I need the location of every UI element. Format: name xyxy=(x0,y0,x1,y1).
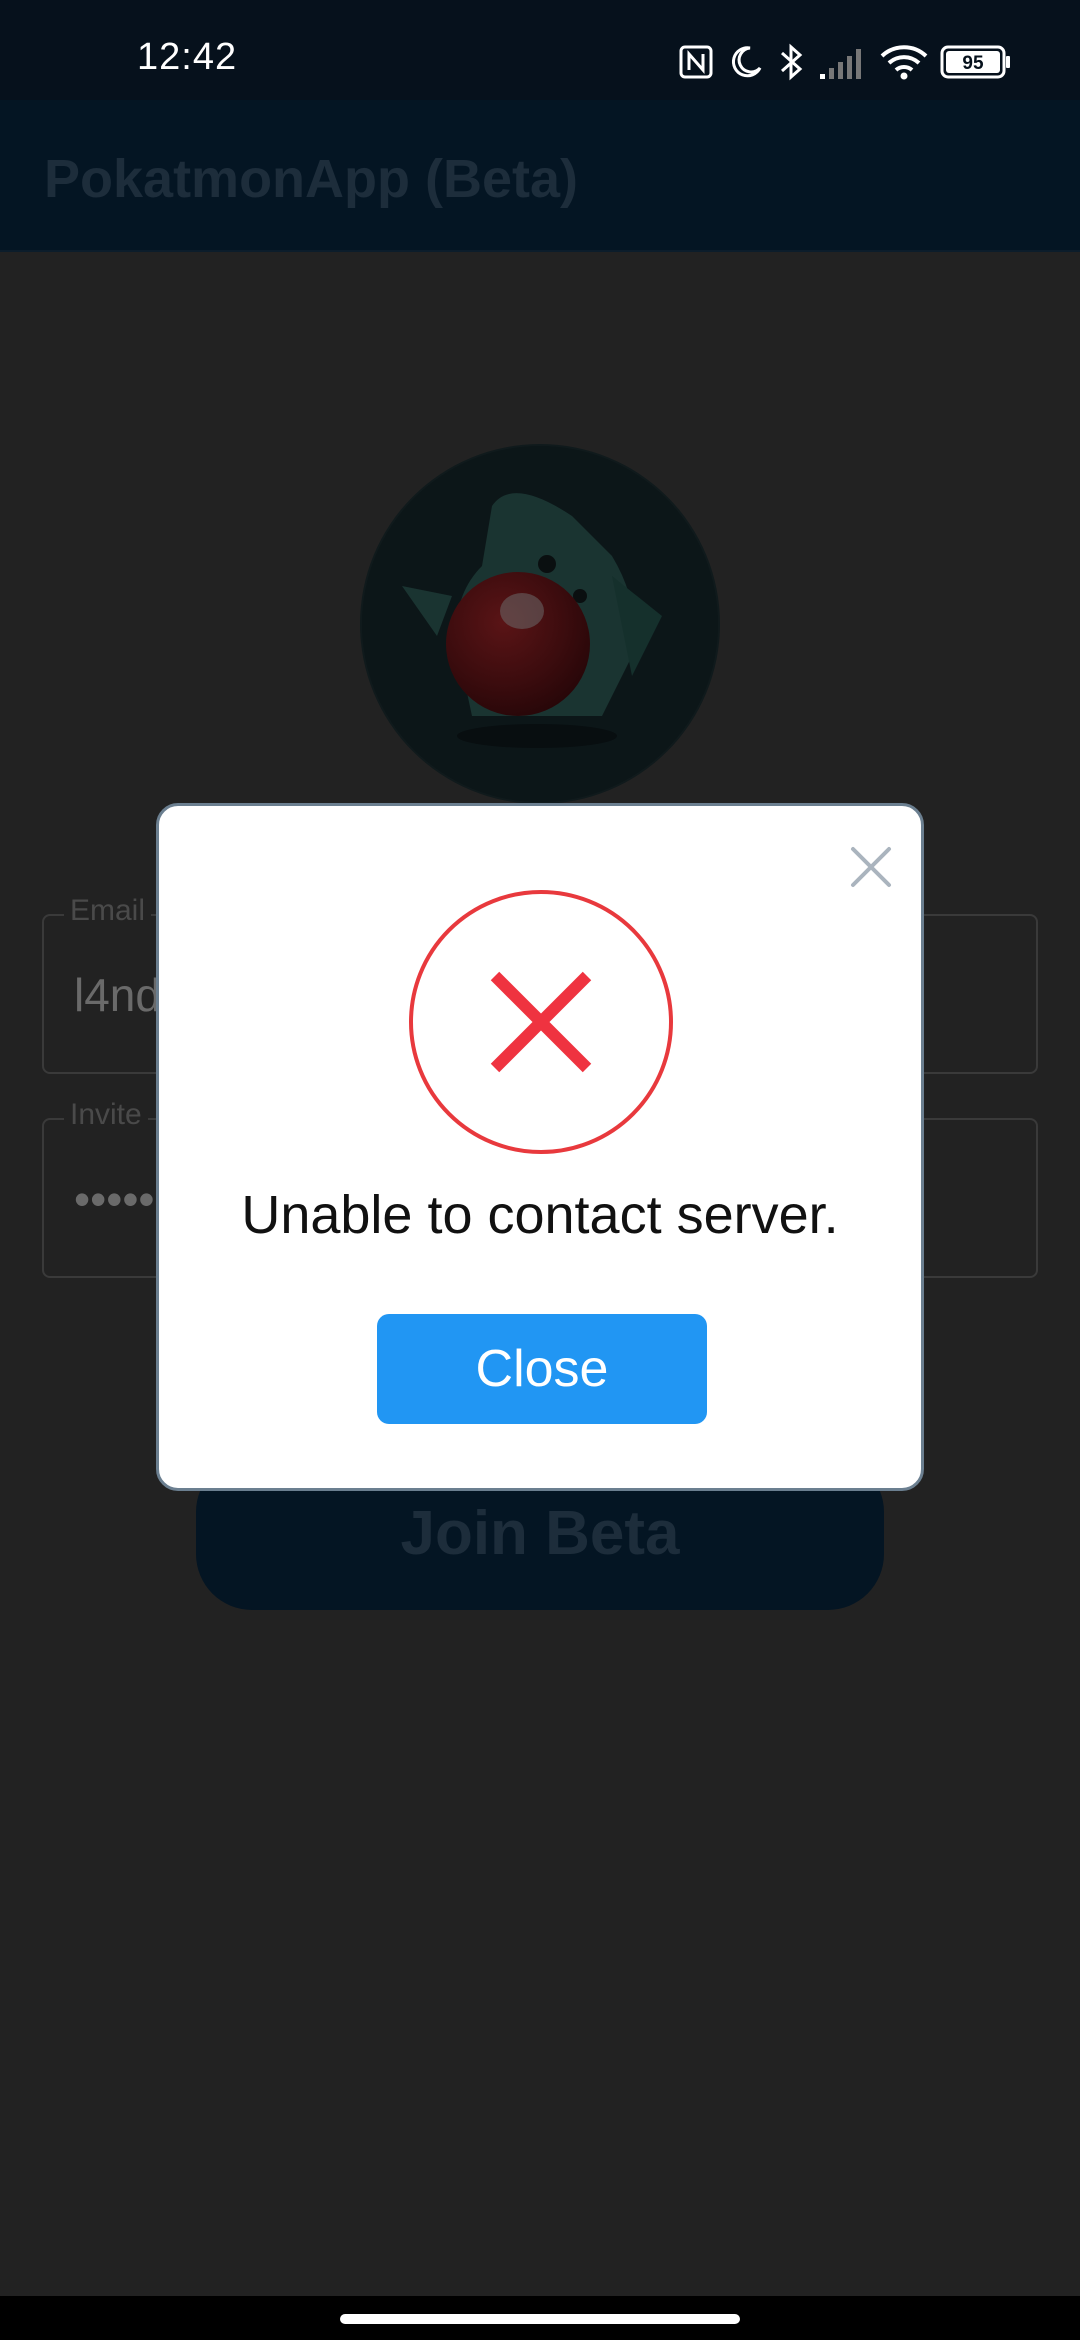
app-bar: PokatmonApp (Beta) xyxy=(0,100,1080,252)
error-x-icon xyxy=(490,971,592,1073)
email-label: Email xyxy=(64,894,152,928)
error-dialog: Unable to contact server. Close xyxy=(156,803,924,1491)
battery-level: 95 xyxy=(962,53,984,74)
app-title: PokatmonApp (Beta) xyxy=(44,149,579,209)
nfc-icon xyxy=(679,45,713,79)
status-bar: 12:42 95 xyxy=(0,0,1080,100)
email-value: l4nd xyxy=(74,969,161,1021)
pokemon-mascot-image xyxy=(402,493,662,748)
status-icons: 95 xyxy=(0,0,1080,100)
invite-label: Invite xyxy=(64,1098,148,1132)
wifi-icon xyxy=(880,45,928,80)
error-message: Unable to contact server. xyxy=(241,1185,839,1245)
moon-icon xyxy=(731,46,762,78)
close-icon[interactable] xyxy=(846,842,896,892)
battery-icon: 95 xyxy=(940,45,1010,79)
home-gesture-handle[interactable] xyxy=(340,2314,740,2324)
app-logo xyxy=(362,446,718,802)
navigation-bar xyxy=(0,2296,1080,2340)
close-button[interactable]: Close xyxy=(377,1314,707,1424)
signal-icon xyxy=(820,49,861,79)
bluetooth-icon xyxy=(781,43,803,81)
error-icon-circle xyxy=(409,890,673,1154)
